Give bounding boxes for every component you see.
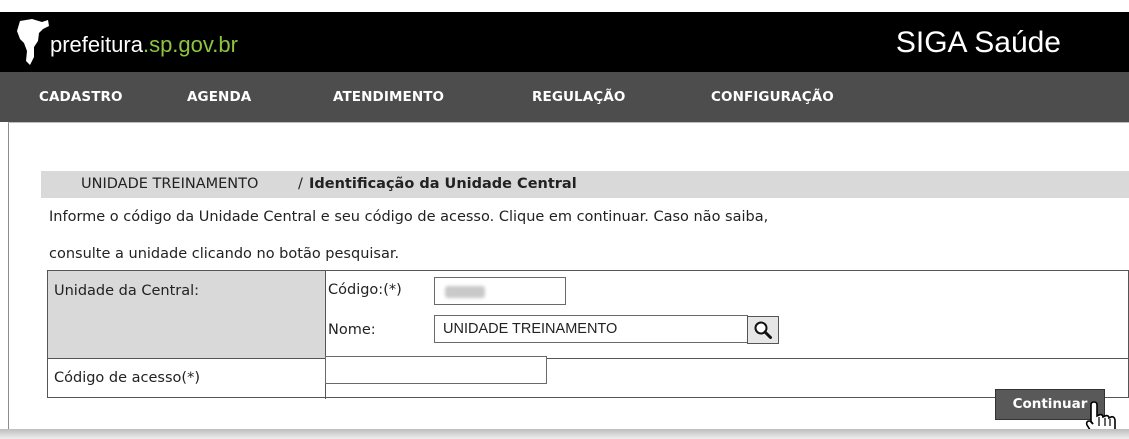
main-nav: CADASTRO AGENDA ATENDIMENTO REGULAÇÃO CO…: [0, 72, 1129, 122]
name-label: Nome:: [328, 322, 376, 338]
instruction-line-1: Informe o código da Unidade Central e se…: [49, 209, 769, 225]
nav-item-regulacao[interactable]: REGULAÇÃO: [532, 89, 625, 105]
access-code-label: Código de acesso(*): [54, 370, 200, 386]
breadcrumb-current: Identificação da Unidade Central: [309, 176, 577, 192]
search-button[interactable]: [747, 316, 779, 344]
logo-text-accent: .sp.gov.br: [142, 32, 238, 57]
unit-label-cell: Unidade da Central:: [48, 271, 326, 359]
magnifier-icon: [754, 321, 772, 339]
code-input[interactable]: [434, 277, 566, 305]
nav-item-cadastro[interactable]: CADASTRO: [39, 89, 123, 105]
instruction-line-2: consulte a unidade clicando no botão pes…: [49, 246, 400, 262]
breadcrumb-separator: /: [298, 176, 303, 192]
nav-item-agenda[interactable]: AGENDA: [187, 89, 251, 105]
logo-text[interactable]: prefeitura.sp.gov.br: [50, 32, 238, 58]
access-code-input[interactable]: [325, 356, 547, 384]
name-input[interactable]: UNIDADE TREINAMENTO: [434, 315, 748, 343]
bottom-shadow: [0, 429, 1129, 439]
code-label: Código:(*): [328, 282, 402, 298]
nav-item-configuracao[interactable]: CONFIGURAÇÃO: [711, 89, 834, 105]
nav-item-atendimento[interactable]: ATENDIMENTO: [333, 89, 444, 105]
access-label-cell: Código de acesso(*): [48, 359, 326, 399]
breadcrumb: UNIDADE TREINAMENTO / Identificação da U…: [41, 171, 1129, 198]
sao-paulo-map-icon: [17, 19, 49, 65]
app-header: prefeitura.sp.gov.br SIGA Saúde: [0, 12, 1129, 72]
unit-label: Unidade da Central:: [54, 283, 200, 299]
breadcrumb-parent[interactable]: UNIDADE TREINAMENTO: [81, 176, 258, 192]
logo-text-main: prefeitura: [50, 32, 143, 57]
app-title: SIGA Saúde: [895, 26, 1061, 59]
masked-code-value: [445, 286, 485, 298]
